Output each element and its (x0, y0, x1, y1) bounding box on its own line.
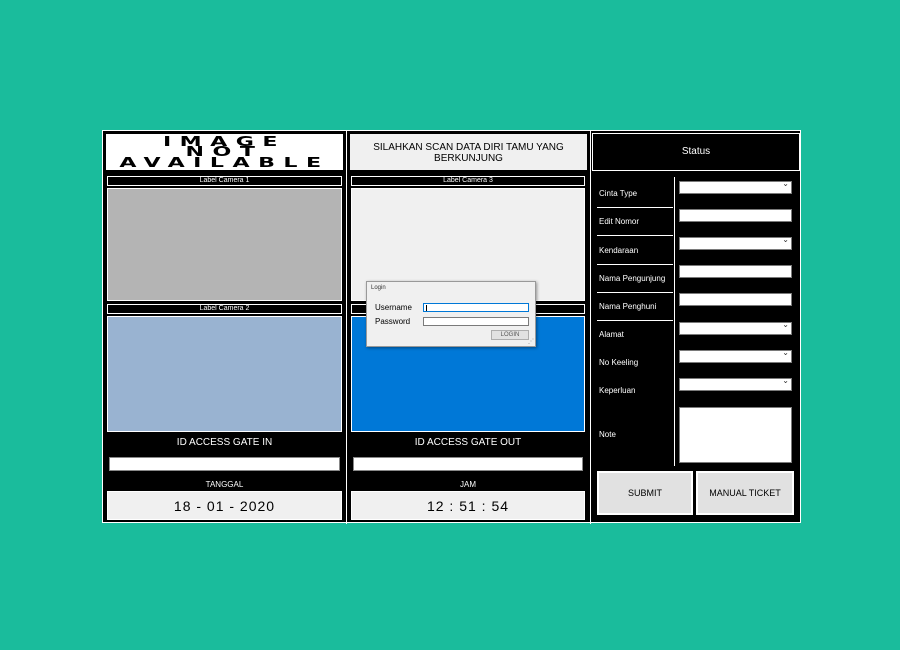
date-display: 18 - 01 - 2020 (107, 491, 342, 520)
camera-1-view (107, 188, 342, 301)
field-label-nama-pengunjung: Nama Pengunjung (599, 274, 666, 283)
gate-out-id-input[interactable] (353, 457, 583, 471)
field-label-cinta-type: Cinta Type (599, 189, 638, 198)
camera-2-view (107, 316, 342, 432)
username-input[interactable] (423, 303, 529, 312)
logo-image-placeholder: IMAGE NOT AVAILABLE (105, 133, 344, 171)
gate-out-title: ID ACCESS GATE OUT (414, 437, 522, 448)
gate-in-title: ID ACCESS GATE IN (176, 437, 273, 448)
field-label-kendaraan: Kendaraan (599, 246, 639, 255)
password-input[interactable] (423, 317, 529, 326)
nama-pengunjung-input[interactable] (679, 265, 792, 278)
time-display: 12 : 51 : 54 (351, 491, 585, 520)
field-label-nama-penghuni: Nama Penghuni (599, 302, 657, 311)
manual-ticket-button[interactable]: MANUAL TICKET (695, 470, 795, 516)
login-button[interactable]: LOGIN (491, 330, 529, 340)
date-title: TANGGAL (205, 480, 244, 489)
scan-notice: SILAHKAN SCAN DATA DIRI TAMU YANG BERKUN… (349, 133, 588, 171)
edit-nomor-input[interactable] (679, 209, 792, 222)
nama-penghuni-input[interactable] (679, 293, 792, 306)
time-title: JAM (460, 480, 476, 489)
column-divider-1 (346, 131, 347, 524)
form-separator (597, 207, 673, 208)
kendaraan-select[interactable] (679, 235, 792, 250)
password-label: Password (375, 317, 411, 326)
column-divider-2 (590, 131, 591, 524)
keperluan-select[interactable] (679, 376, 792, 391)
field-label-keperluan: Keperluan (599, 386, 636, 395)
form-separator (597, 264, 673, 265)
camera-1-label: Label Camera 1 (107, 176, 342, 186)
note-textarea[interactable] (679, 407, 792, 463)
logo-text-line-3: AVAILABLE (119, 156, 330, 171)
status-header: Status (592, 133, 800, 171)
form-separator (597, 292, 673, 293)
field-label-alamat: Alamat (599, 330, 624, 339)
form-separator (597, 320, 673, 321)
username-label: Username (375, 303, 412, 312)
field-label-no-keeling: No Keeling (599, 358, 639, 367)
no-keeling-select[interactable] (679, 348, 792, 363)
submit-button[interactable]: SUBMIT (596, 470, 694, 516)
alamat-select[interactable] (679, 320, 792, 335)
text-caret (426, 305, 427, 311)
field-label-note: Note (599, 430, 616, 439)
resize-grip-icon[interactable]: ⋰ (528, 339, 534, 345)
login-dialog[interactable]: Login Username Password LOGIN ⋰ (366, 281, 536, 347)
gate-in-id-input[interactable] (109, 457, 340, 471)
form-divider (674, 177, 675, 466)
cinta-type-select[interactable] (679, 179, 792, 194)
camera-2-label: Label Camera 2 (107, 304, 342, 314)
camera-3-label: Label Camera 3 (351, 176, 585, 186)
login-dialog-title: Login (371, 285, 386, 291)
field-label-edit-nomor: Edit Nomor (599, 217, 640, 226)
form-separator (597, 235, 673, 236)
